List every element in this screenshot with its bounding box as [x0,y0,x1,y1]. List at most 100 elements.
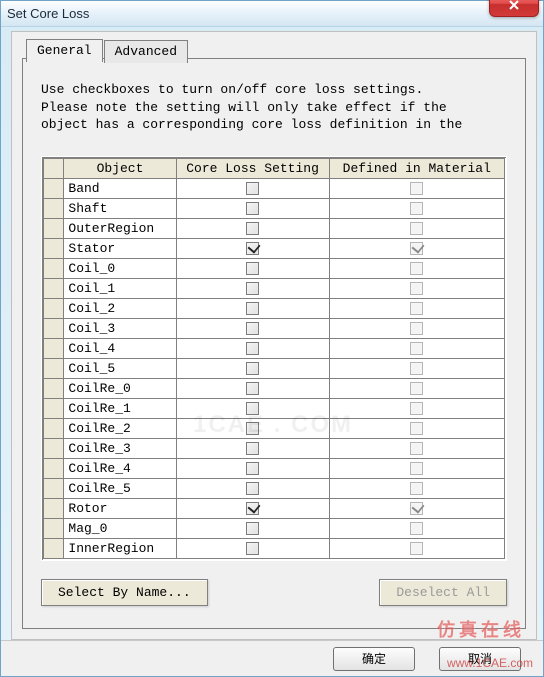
core-loss-checkbox[interactable] [246,242,259,255]
cell-defined [329,418,504,438]
cell-defined [329,318,504,338]
core-loss-checkbox[interactable] [246,222,259,235]
row-selector[interactable] [44,498,64,518]
core-loss-checkbox[interactable] [246,462,259,475]
cell-object: Coil_5 [64,358,176,378]
cell-object: Coil_2 [64,298,176,318]
cell-setting [176,258,329,278]
cell-defined [329,278,504,298]
cell-setting [176,318,329,338]
defined-checkbox [410,522,423,535]
cell-setting [176,418,329,438]
tab-strip: General Advanced [26,38,189,61]
core-loss-checkbox[interactable] [246,322,259,335]
cell-defined [329,478,504,498]
core-loss-checkbox[interactable] [246,362,259,375]
cell-object: Coil_0 [64,258,176,278]
defined-checkbox [410,502,423,515]
cancel-button[interactable]: 取消 [439,647,521,671]
button-row: Select By Name... Deselect All [41,579,507,606]
row-selector[interactable] [44,438,64,458]
cell-object: Mag_0 [64,518,176,538]
cell-setting [176,278,329,298]
defined-checkbox [410,302,423,315]
row-selector[interactable] [44,418,64,438]
cell-object: Rotor [64,498,176,518]
cell-defined [329,198,504,218]
cell-object: CoilRe_2 [64,418,176,438]
defined-checkbox [410,342,423,355]
defined-checkbox [410,482,423,495]
core-loss-checkbox[interactable] [246,442,259,455]
cell-object: CoilRe_1 [64,398,176,418]
content-area: General Advanced Use checkboxes to turn … [11,31,537,640]
core-loss-checkbox[interactable] [246,182,259,195]
core-loss-table: Object Core Loss Setting Defined in Mate… [43,158,505,559]
row-selector[interactable] [44,178,64,198]
cell-defined [329,538,504,558]
core-loss-checkbox[interactable] [246,342,259,355]
row-selector[interactable] [44,238,64,258]
table-row: CoilRe_5 [44,478,505,498]
dialog-button-bar: 确定 取消 [1,640,543,676]
row-selector[interactable] [44,318,64,338]
table-row: Coil_1 [44,278,505,298]
cell-setting [176,438,329,458]
cell-defined [329,438,504,458]
row-selector[interactable] [44,398,64,418]
row-selector[interactable] [44,298,64,318]
core-loss-checkbox[interactable] [246,262,259,275]
row-selector[interactable] [44,518,64,538]
cell-setting [176,178,329,198]
cell-defined [329,178,504,198]
cell-object: Coil_4 [64,338,176,358]
select-by-name-button[interactable]: Select By Name... [41,579,208,606]
header-setting: Core Loss Setting [176,158,329,178]
core-loss-checkbox[interactable] [246,502,259,515]
cell-defined [329,398,504,418]
row-selector[interactable] [44,258,64,278]
core-loss-checkbox[interactable] [246,542,259,555]
core-loss-checkbox[interactable] [246,402,259,415]
cell-setting [176,218,329,238]
row-selector[interactable] [44,538,64,558]
table-row: Band [44,178,505,198]
row-selector[interactable] [44,278,64,298]
tab-general[interactable]: General [26,39,103,62]
ok-button[interactable]: 确定 [333,647,415,671]
cell-setting [176,238,329,258]
core-loss-checkbox[interactable] [246,282,259,295]
table-row: Coil_0 [44,258,505,278]
defined-checkbox [410,542,423,555]
defined-checkbox [410,242,423,255]
row-selector[interactable] [44,378,64,398]
defined-checkbox [410,202,423,215]
table-row: CoilRe_4 [44,458,505,478]
table-row: Coil_2 [44,298,505,318]
core-loss-checkbox[interactable] [246,202,259,215]
cell-object: Coil_3 [64,318,176,338]
row-selector[interactable] [44,478,64,498]
defined-checkbox [410,362,423,375]
cell-defined [329,338,504,358]
deselect-all-button[interactable]: Deselect All [379,579,507,606]
cell-object: CoilRe_0 [64,378,176,398]
header-defined: Defined in Material [329,158,504,178]
close-button[interactable] [489,0,539,17]
row-selector[interactable] [44,358,64,378]
row-selector[interactable] [44,218,64,238]
core-loss-checkbox[interactable] [246,482,259,495]
core-loss-checkbox[interactable] [246,382,259,395]
core-loss-checkbox[interactable] [246,522,259,535]
row-selector[interactable] [44,458,64,478]
cell-setting [176,518,329,538]
cell-setting [176,298,329,318]
core-loss-checkbox[interactable] [246,302,259,315]
table-row: InnerRegion [44,538,505,558]
tab-advanced[interactable]: Advanced [104,40,188,63]
row-selector[interactable] [44,198,64,218]
core-loss-checkbox[interactable] [246,422,259,435]
table-row: CoilRe_1 [44,398,505,418]
row-selector[interactable] [44,338,64,358]
tab-panel-general: Use checkboxes to turn on/off core loss … [22,58,526,629]
